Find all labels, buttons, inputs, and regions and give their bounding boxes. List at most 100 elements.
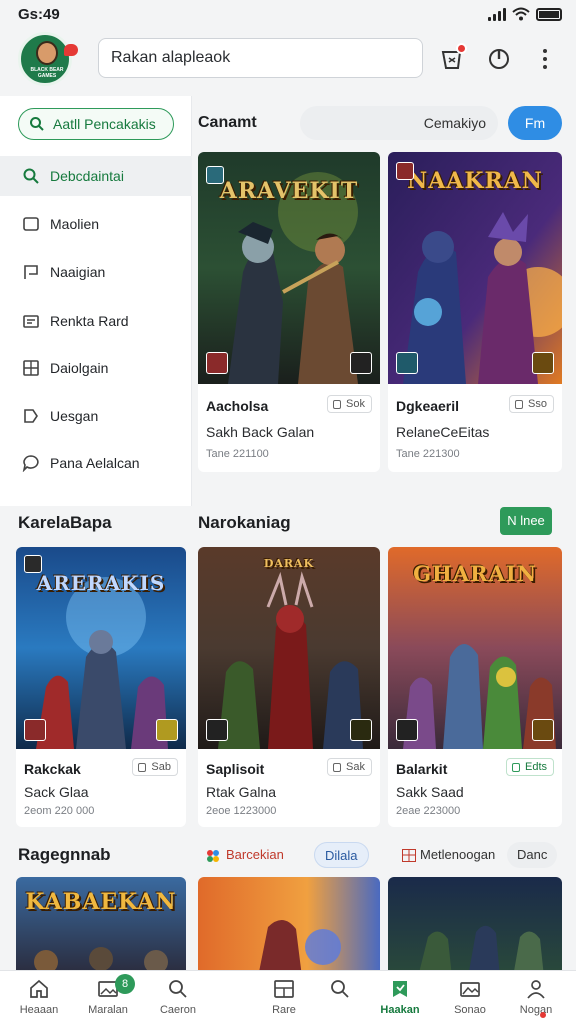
game-art-title: GHARAIN	[413, 561, 537, 586]
chip-label: Metlenoogan	[420, 847, 496, 862]
flag-icon	[24, 265, 38, 279]
sidebar-item-5[interactable]: Daiolgain	[0, 348, 192, 388]
nav-search-2[interactable]	[310, 972, 370, 1022]
card-icon	[23, 315, 39, 328]
grid-red-icon	[402, 849, 416, 862]
gallery-icon	[460, 982, 480, 997]
game-tag[interactable]: Sab	[132, 758, 178, 776]
game-name: Aacholsa	[206, 398, 269, 414]
chip-filter[interactable]: Dilala	[314, 842, 369, 868]
game-card[interactable]: ARERAKIS Rakckak Sab Sack Glaa 2eom 220 …	[16, 547, 186, 827]
game-name: Rakckak	[24, 761, 81, 777]
status-bar: Gs:49	[0, 0, 576, 32]
wifi-icon	[512, 7, 530, 21]
nav-profile[interactable]: Nogan	[506, 972, 566, 1022]
sidebar-item-3[interactable]: Naaigian	[0, 252, 192, 292]
game-tag[interactable]: Edts	[505, 758, 554, 776]
avatar-text: BLACK BEAR GAMES	[30, 67, 64, 79]
status-icons	[488, 7, 562, 21]
game-card[interactable]: KABAEKAN	[16, 877, 186, 977]
game-tag[interactable]: Sso	[509, 395, 554, 413]
chip-category[interactable]: Barcekian	[200, 842, 294, 868]
sidebar-item-label: Debcdaintai	[50, 168, 124, 184]
platform-icon	[350, 719, 372, 741]
platform-icon	[532, 719, 554, 741]
section-title: KarelaBapa	[18, 513, 112, 532]
nav-rare[interactable]: Rare	[254, 972, 314, 1022]
window-icon	[23, 217, 39, 231]
profile-avatar[interactable]: BLACK BEAR GAMES	[18, 32, 72, 86]
sidebar-item-label: Uesgan	[50, 408, 99, 424]
avatar-heart-icon	[64, 44, 78, 56]
sidebar-item-2[interactable]: Maolien	[0, 204, 192, 244]
chat-icon	[22, 455, 39, 472]
tab-category[interactable]: Cemakiyo	[300, 106, 498, 140]
game-meta: Tane 221300	[396, 448, 460, 460]
game-card[interactable]	[388, 877, 562, 977]
publisher-logo-icon	[24, 719, 46, 741]
platform-icon	[350, 352, 372, 374]
publisher-logo-icon	[206, 719, 228, 741]
game-card[interactable]	[198, 877, 380, 977]
more-options-icon[interactable]	[530, 44, 560, 74]
game-art-title: NAAKRAN	[407, 168, 543, 194]
section-title: Ragegnnab	[18, 845, 111, 865]
sidebar-item-label: Renkta Rard	[50, 313, 129, 329]
sidebar-item-4[interactable]: Renkta Rard	[0, 301, 192, 341]
sidebar-item-label: Maolien	[50, 216, 100, 232]
game-card[interactable]: GHARAIN Balarkit Edts Sakk Saad 2eae 223…	[388, 547, 562, 827]
nav-label: Nogan	[519, 1004, 553, 1016]
tag-icon	[24, 409, 38, 423]
game-card[interactable]: ARAVEKIT Aacholsa Sok Sakh Back Galan Ta…	[198, 152, 380, 472]
game-tag-label: Sso	[528, 398, 547, 410]
nav-haakan[interactable]: Haakan	[370, 972, 430, 1022]
nav-sonao[interactable]: Sonao	[440, 972, 500, 1022]
game-cover-image	[198, 877, 380, 977]
new-button[interactable]: N lnee	[500, 507, 552, 535]
profile-icon	[527, 980, 545, 999]
game-art-title: KABAEKAN	[25, 889, 177, 915]
search-icon	[23, 168, 39, 184]
rating-icon	[24, 555, 42, 573]
game-subtitle: Sakh Back Galan	[206, 424, 315, 440]
chip-category[interactable]: Metlenoogan	[396, 842, 505, 868]
game-cover-image	[388, 877, 562, 977]
sidebar-item-label: Naaigian	[50, 264, 106, 280]
game-tag-label: Edts	[524, 761, 547, 773]
game-cover-image: ARAVEKIT	[198, 152, 380, 384]
power-icon[interactable]	[484, 44, 514, 74]
sidebar-item-label: Daiolgain	[50, 360, 109, 376]
rating-icon	[396, 162, 414, 180]
game-tag-label: Sok	[346, 398, 365, 410]
nav-search[interactable]: Caeron	[148, 972, 208, 1022]
sidebar-item-label: Pana Aelalcan	[50, 455, 140, 471]
game-card[interactable]: NAAKRAN Dgkeaeril Sso RelaneCeEitas Tane…	[388, 152, 562, 472]
game-tag[interactable]: Sok	[327, 395, 372, 413]
grid-icon	[23, 360, 39, 376]
platform-icon	[156, 719, 178, 741]
game-subtitle: Sack Glaa	[24, 784, 89, 800]
nav-label: Sonao	[454, 1004, 486, 1016]
game-name: Dgkeaeril	[396, 398, 460, 414]
shapes-icon	[207, 850, 219, 862]
section-title: Canamt	[198, 114, 257, 131]
game-tag-label: Sak	[346, 761, 365, 773]
game-cover-image: DARAK	[198, 547, 380, 749]
nav-home[interactable]: Heaaan	[9, 972, 69, 1022]
nav-label: Rare	[272, 1004, 296, 1016]
game-card[interactable]: DARAK Saplisoit Sak Rtak Galna 2eoe 1223…	[198, 547, 380, 827]
sidebar-item-6[interactable]: Uesgan	[0, 396, 192, 436]
game-subtitle: Sakk Saad	[396, 784, 464, 800]
search-icon	[331, 980, 349, 998]
sidebar-item-7[interactable]: Pana Aelalcan	[0, 443, 192, 483]
filter-button[interactable]: Fm	[508, 106, 562, 140]
section-title: Narokaniag	[198, 513, 291, 532]
sidebar-search-button[interactable]: Aatll Pencakakis	[18, 108, 174, 140]
game-tag[interactable]: Sak	[327, 758, 372, 776]
sidebar-item-1[interactable]: Debcdaintai	[0, 156, 192, 196]
chip-filter[interactable]: Danc	[507, 842, 558, 868]
game-name: Saplisoit	[206, 761, 265, 777]
search-input[interactable]: Rakan alapleaok	[98, 38, 423, 78]
game-cover-image: NAAKRAN	[388, 152, 562, 384]
home-icon	[30, 979, 48, 998]
